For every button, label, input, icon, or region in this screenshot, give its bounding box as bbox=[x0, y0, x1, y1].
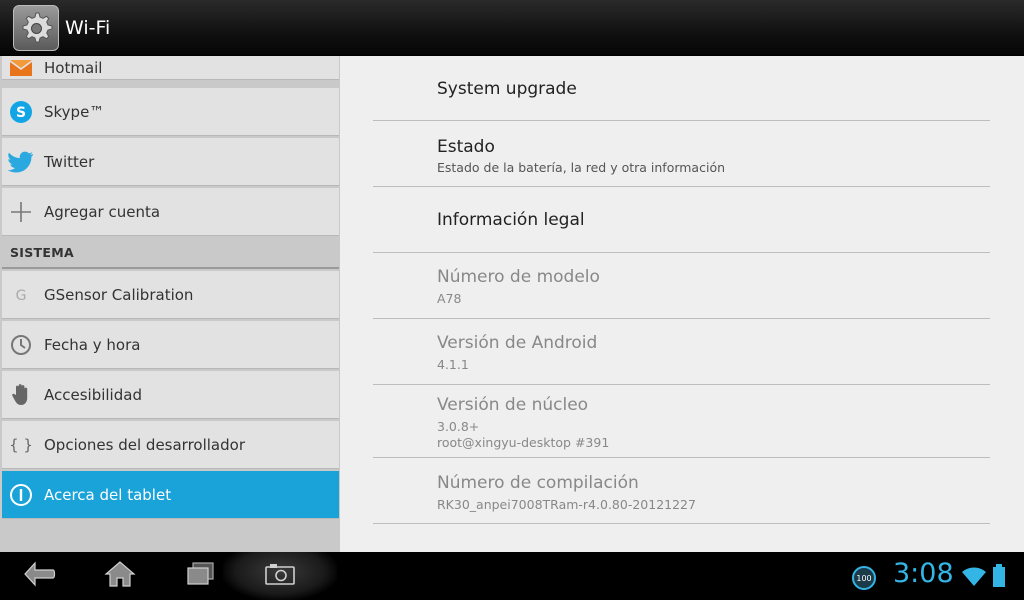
legal-info-item[interactable]: Información legal bbox=[373, 187, 990, 253]
sidebar-item-date-time[interactable]: Fecha y hora bbox=[2, 321, 339, 369]
pref-summary: A78 bbox=[437, 291, 462, 306]
screenshot-button[interactable] bbox=[262, 552, 298, 600]
braces-icon: { } bbox=[8, 432, 34, 458]
recent-apps-icon bbox=[185, 561, 215, 591]
svg-text:G: G bbox=[16, 288, 27, 304]
sidebar-item-gsensor[interactable]: G GSensor Calibration bbox=[2, 271, 339, 319]
g-icon: G bbox=[8, 282, 34, 308]
info-icon bbox=[8, 482, 34, 508]
section-header-system: SISTEMA bbox=[10, 245, 74, 260]
hand-icon bbox=[8, 382, 34, 408]
section-divider bbox=[2, 267, 339, 269]
account-item-label: Hotmail bbox=[44, 58, 103, 77]
app-title: Wi-Fi bbox=[65, 16, 111, 39]
sidebar-item-developer-options[interactable]: { } Opciones del desarrollador bbox=[2, 421, 339, 469]
recent-apps-button[interactable] bbox=[182, 552, 218, 600]
status-clock[interactable]: 3:08 bbox=[893, 558, 954, 589]
twitter-bird-icon bbox=[8, 149, 34, 175]
skype-icon: S bbox=[8, 99, 34, 125]
home-button[interactable] bbox=[100, 552, 140, 600]
about-tablet-pane[interactable]: System upgrade Estado Estado de la bater… bbox=[340, 56, 1024, 552]
sidebar-item-label: GSensor Calibration bbox=[44, 285, 194, 304]
pref-title: Estado bbox=[437, 137, 495, 157]
pref-title: Versión de núcleo bbox=[437, 395, 589, 415]
battery-level-badge: 100 bbox=[852, 566, 876, 590]
pref-title: Versión de Android bbox=[437, 333, 598, 353]
sidebar-item-label: Accesibilidad bbox=[44, 385, 142, 404]
settings-headers-pane[interactable]: Hotmail S Skype™ Twitter Agregar cuenta … bbox=[0, 56, 340, 552]
account-item-label: Twitter bbox=[44, 152, 95, 171]
camera-icon bbox=[264, 562, 296, 590]
svg-text:S: S bbox=[16, 105, 26, 121]
back-button[interactable] bbox=[18, 552, 62, 600]
system-upgrade-item[interactable]: System upgrade bbox=[373, 56, 990, 121]
pref-title: System upgrade bbox=[437, 79, 577, 99]
plus-icon bbox=[8, 199, 34, 225]
pref-summary: 3.0.8+ bbox=[437, 419, 480, 434]
model-number-item: Número de modelo A78 bbox=[373, 253, 990, 319]
account-item-label: Agregar cuenta bbox=[44, 202, 161, 221]
account-item-hotmail[interactable]: Hotmail bbox=[2, 56, 339, 80]
account-item-skype[interactable]: S Skype™ bbox=[2, 88, 339, 136]
sidebar-item-label: Acerca del tablet bbox=[44, 485, 172, 504]
build-number-item[interactable]: Número de compilación RK30_anpei7008TRam… bbox=[373, 458, 990, 524]
action-bar: Wi-Fi bbox=[0, 0, 1024, 56]
status-item[interactable]: Estado Estado de la batería, la red y ot… bbox=[373, 121, 990, 187]
pref-title: Número de compilación bbox=[437, 473, 639, 493]
battery-icon bbox=[992, 564, 1006, 592]
sidebar-item-label: Fecha y hora bbox=[44, 335, 141, 354]
pref-title: Número de modelo bbox=[437, 267, 600, 287]
account-item-twitter[interactable]: Twitter bbox=[2, 138, 339, 186]
android-version-item[interactable]: Versión de Android 4.1.1 bbox=[373, 319, 990, 385]
hotmail-envelope-icon bbox=[8, 56, 34, 81]
add-account-button[interactable]: Agregar cuenta bbox=[2, 188, 339, 236]
gear-icon[interactable] bbox=[13, 4, 59, 51]
back-icon bbox=[23, 561, 57, 591]
pref-title: Información legal bbox=[437, 210, 585, 230]
pref-summary: Estado de la batería, la red y otra info… bbox=[437, 160, 726, 175]
pref-summary: root@xingyu-desktop #391 bbox=[437, 435, 610, 450]
pref-summary: 4.1.1 bbox=[437, 357, 469, 372]
home-icon bbox=[104, 560, 136, 592]
pref-summary: RK30_anpei7008TRam-r4.0.80-20121227 bbox=[437, 497, 696, 512]
kernel-version-item: Versión de núcleo 3.0.8+ root@xingyu-des… bbox=[373, 385, 990, 458]
sidebar-item-about-tablet[interactable]: Acerca del tablet bbox=[2, 471, 339, 519]
sidebar-item-label: Opciones del desarrollador bbox=[44, 435, 245, 454]
sidebar-item-accessibility[interactable]: Accesibilidad bbox=[2, 371, 339, 419]
clock-icon bbox=[8, 332, 34, 358]
svg-text:{ }: { } bbox=[10, 436, 32, 454]
account-item-label: Skype™ bbox=[44, 102, 105, 121]
wifi-signal-icon bbox=[960, 566, 988, 592]
